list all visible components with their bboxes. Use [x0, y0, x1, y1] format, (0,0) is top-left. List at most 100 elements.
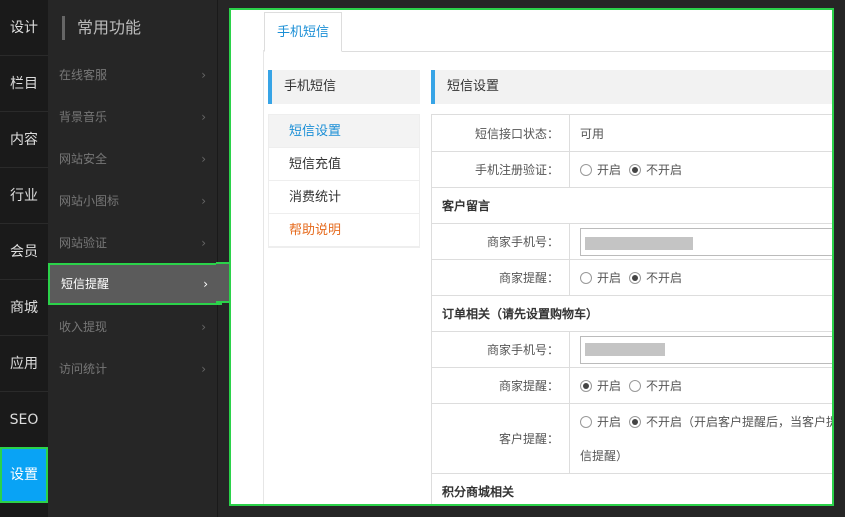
submenu-item-label: 网站验证	[59, 236, 108, 250]
side-menu-title: 手机短信	[268, 70, 420, 104]
submenu-item-visit-stats[interactable]: 访问统计 ›	[48, 348, 218, 390]
customer-remind-options: 开启 不开启 （开启客户提醒后，当客户提 信提醒）	[570, 404, 834, 473]
merchant-phone-label: 商家手机号：	[432, 224, 570, 259]
nav-item-seo[interactable]: SEO	[0, 392, 48, 448]
submenu-item-bg-music[interactable]: 背景音乐 ›	[48, 96, 218, 138]
radio-label: 不开启	[646, 379, 683, 393]
nav-item-member[interactable]: 会员	[0, 224, 48, 280]
radio-circle-icon	[580, 163, 592, 176]
redacted-value	[585, 236, 693, 250]
radio-checked-icon	[580, 379, 592, 392]
customer-remind-on-radio[interactable]: 开启	[580, 413, 621, 430]
sms-side-menu: 手机短信 短信设置 短信充值 消费统计 帮助说明	[268, 70, 420, 248]
radio-checked-icon	[629, 415, 642, 428]
side-menu-item-sms-recharge[interactable]: 短信充值	[269, 148, 419, 181]
radio-label: 开启	[597, 415, 622, 429]
order-merchant-remind-on-radio[interactable]: 开启	[580, 377, 621, 394]
nav-item-shop[interactable]: 商城	[0, 280, 48, 336]
merchant-phone-cell	[570, 224, 832, 259]
side-menu-item-sms-settings[interactable]: 短信设置	[269, 115, 419, 148]
row-order-merchant-remind: 商家提醒： 开启 不开启	[432, 368, 832, 404]
nav-item-settings[interactable]: 设置	[0, 447, 48, 503]
radio-circle-icon	[629, 379, 642, 392]
order-phone-label: 商家手机号：	[432, 332, 570, 367]
row-order-phone: 商家手机号：	[432, 332, 832, 368]
nav-item-columns[interactable]: 栏目	[0, 56, 48, 112]
register-verify-on-radio[interactable]: 开启	[580, 161, 621, 178]
customer-remind-note-line-2: 信提醒）	[580, 448, 629, 463]
register-verify-options: 开启 不开启	[570, 152, 832, 187]
side-menu-list: 短信设置 短信充值 消费统计 帮助说明	[268, 114, 420, 248]
settings-title: 短信设置	[431, 70, 832, 104]
row-merchant-phone: 商家手机号：	[432, 224, 832, 260]
chevron-right-icon: ›	[201, 236, 206, 250]
submenu-item-site-verify[interactable]: 网站验证 ›	[48, 222, 218, 264]
chevron-right-icon: ›	[203, 277, 208, 291]
merchant-remind-off-radio[interactable]: 不开启	[629, 269, 682, 286]
submenu-item-label: 短信提醒	[61, 277, 110, 291]
sms-settings: 短信设置 短信接口状态： 可用 手机注册验证： 开启 不开启 客户留言 商家手机…	[431, 70, 832, 504]
chevron-right-icon: ›	[201, 194, 206, 208]
submenu-item-label: 网站安全	[59, 152, 108, 166]
group-customer-message: 客户留言	[432, 188, 832, 224]
order-merchant-remind-off-radio[interactable]: 不开启	[629, 377, 682, 394]
chevron-right-icon: ›	[201, 152, 206, 166]
side-menu-item-help[interactable]: 帮助说明	[269, 214, 419, 247]
status-label: 短信接口状态：	[432, 115, 570, 151]
submenu-item-withdraw[interactable]: 收入提现 ›	[48, 306, 218, 348]
submenu-item-label: 网站小图标	[59, 194, 120, 208]
customer-remind-radio-line: 开启 不开启 （开启客户提醒后，当客户提	[580, 411, 834, 433]
register-verify-label: 手机注册验证：	[432, 152, 570, 187]
submenu-item-label: 收入提现	[59, 320, 108, 334]
chevron-right-icon: ›	[201, 68, 206, 82]
row-customer-remind: 客户提醒： 开启 不开启 （开启客户提醒后，当客户提 信提醒）	[432, 404, 834, 474]
status-value: 可用	[580, 126, 605, 141]
order-phone-input[interactable]	[580, 335, 832, 364]
submenu-item-online-service[interactable]: 在线客服 ›	[48, 54, 218, 96]
redacted-value	[585, 342, 665, 356]
submenu-title: 常用功能	[62, 16, 141, 40]
divider	[263, 50, 264, 504]
chevron-right-icon: ›	[201, 320, 206, 334]
radio-checked-icon	[629, 271, 642, 284]
merchant-remind-label: 商家提醒：	[432, 260, 570, 295]
sub-menu: 常用功能 在线客服 › 背景音乐 › 网站安全 › 网站小图标 › 网站验证 ›…	[48, 0, 222, 517]
register-verify-off-radio[interactable]: 不开启	[629, 161, 682, 178]
submenu-item-label: 访问统计	[59, 362, 108, 376]
radio-label: 开启	[597, 379, 622, 393]
submenu-item-favicon[interactable]: 网站小图标 ›	[48, 180, 218, 222]
radio-circle-icon	[580, 415, 592, 428]
settings-form: 短信接口状态： 可用 手机注册验证： 开启 不开启 客户留言 商家手机号： 商家…	[431, 114, 834, 504]
chevron-right-icon: ›	[201, 362, 206, 376]
radio-label: 不开启	[646, 271, 683, 285]
radio-label: 开启	[597, 271, 622, 285]
merchant-phone-input[interactable]	[580, 227, 832, 256]
customer-remind-label: 客户提醒：	[432, 404, 570, 473]
tab-sms[interactable]: 手机短信	[264, 12, 343, 52]
customer-remind-off-radio[interactable]: 不开启	[629, 413, 682, 430]
order-merchant-remind-label: 商家提醒：	[432, 368, 570, 403]
group-order: 订单相关（请先设置购物车）	[432, 296, 832, 332]
submenu-item-label: 在线客服	[59, 68, 108, 82]
main-nav: 设计 栏目 内容 行业 会员 商城 应用 SEO 设置	[0, 0, 48, 517]
group-points-mall: 积分商城相关	[432, 474, 832, 504]
radio-label: 开启	[597, 163, 622, 177]
submenu-item-sms-remind[interactable]: 短信提醒 ›	[48, 263, 222, 305]
submenu-item-site-security[interactable]: 网站安全 ›	[48, 138, 218, 180]
chevron-right-icon: ›	[201, 110, 206, 124]
merchant-remind-on-radio[interactable]: 开启	[580, 269, 621, 286]
nav-item-industry[interactable]: 行业	[0, 168, 48, 224]
nav-item-apps[interactable]: 应用	[0, 336, 48, 392]
row-merchant-remind: 商家提醒： 开启 不开启	[432, 260, 832, 296]
merchant-remind-options: 开启 不开启	[570, 260, 832, 295]
radio-circle-icon	[580, 271, 592, 284]
radio-label: 不开启	[646, 415, 683, 429]
nav-item-content[interactable]: 内容	[0, 112, 48, 168]
side-menu-item-consumption-stats[interactable]: 消费统计	[269, 181, 419, 214]
customer-remind-note: （开启客户提醒后，当客户提	[682, 415, 834, 429]
submenu-item-label: 背景音乐	[59, 110, 108, 124]
nav-item-design[interactable]: 设计	[0, 0, 48, 56]
radio-checked-icon	[629, 163, 642, 176]
row-register-verify: 手机注册验证： 开启 不开启	[432, 152, 832, 188]
tab-bar: 手机短信	[264, 12, 832, 52]
